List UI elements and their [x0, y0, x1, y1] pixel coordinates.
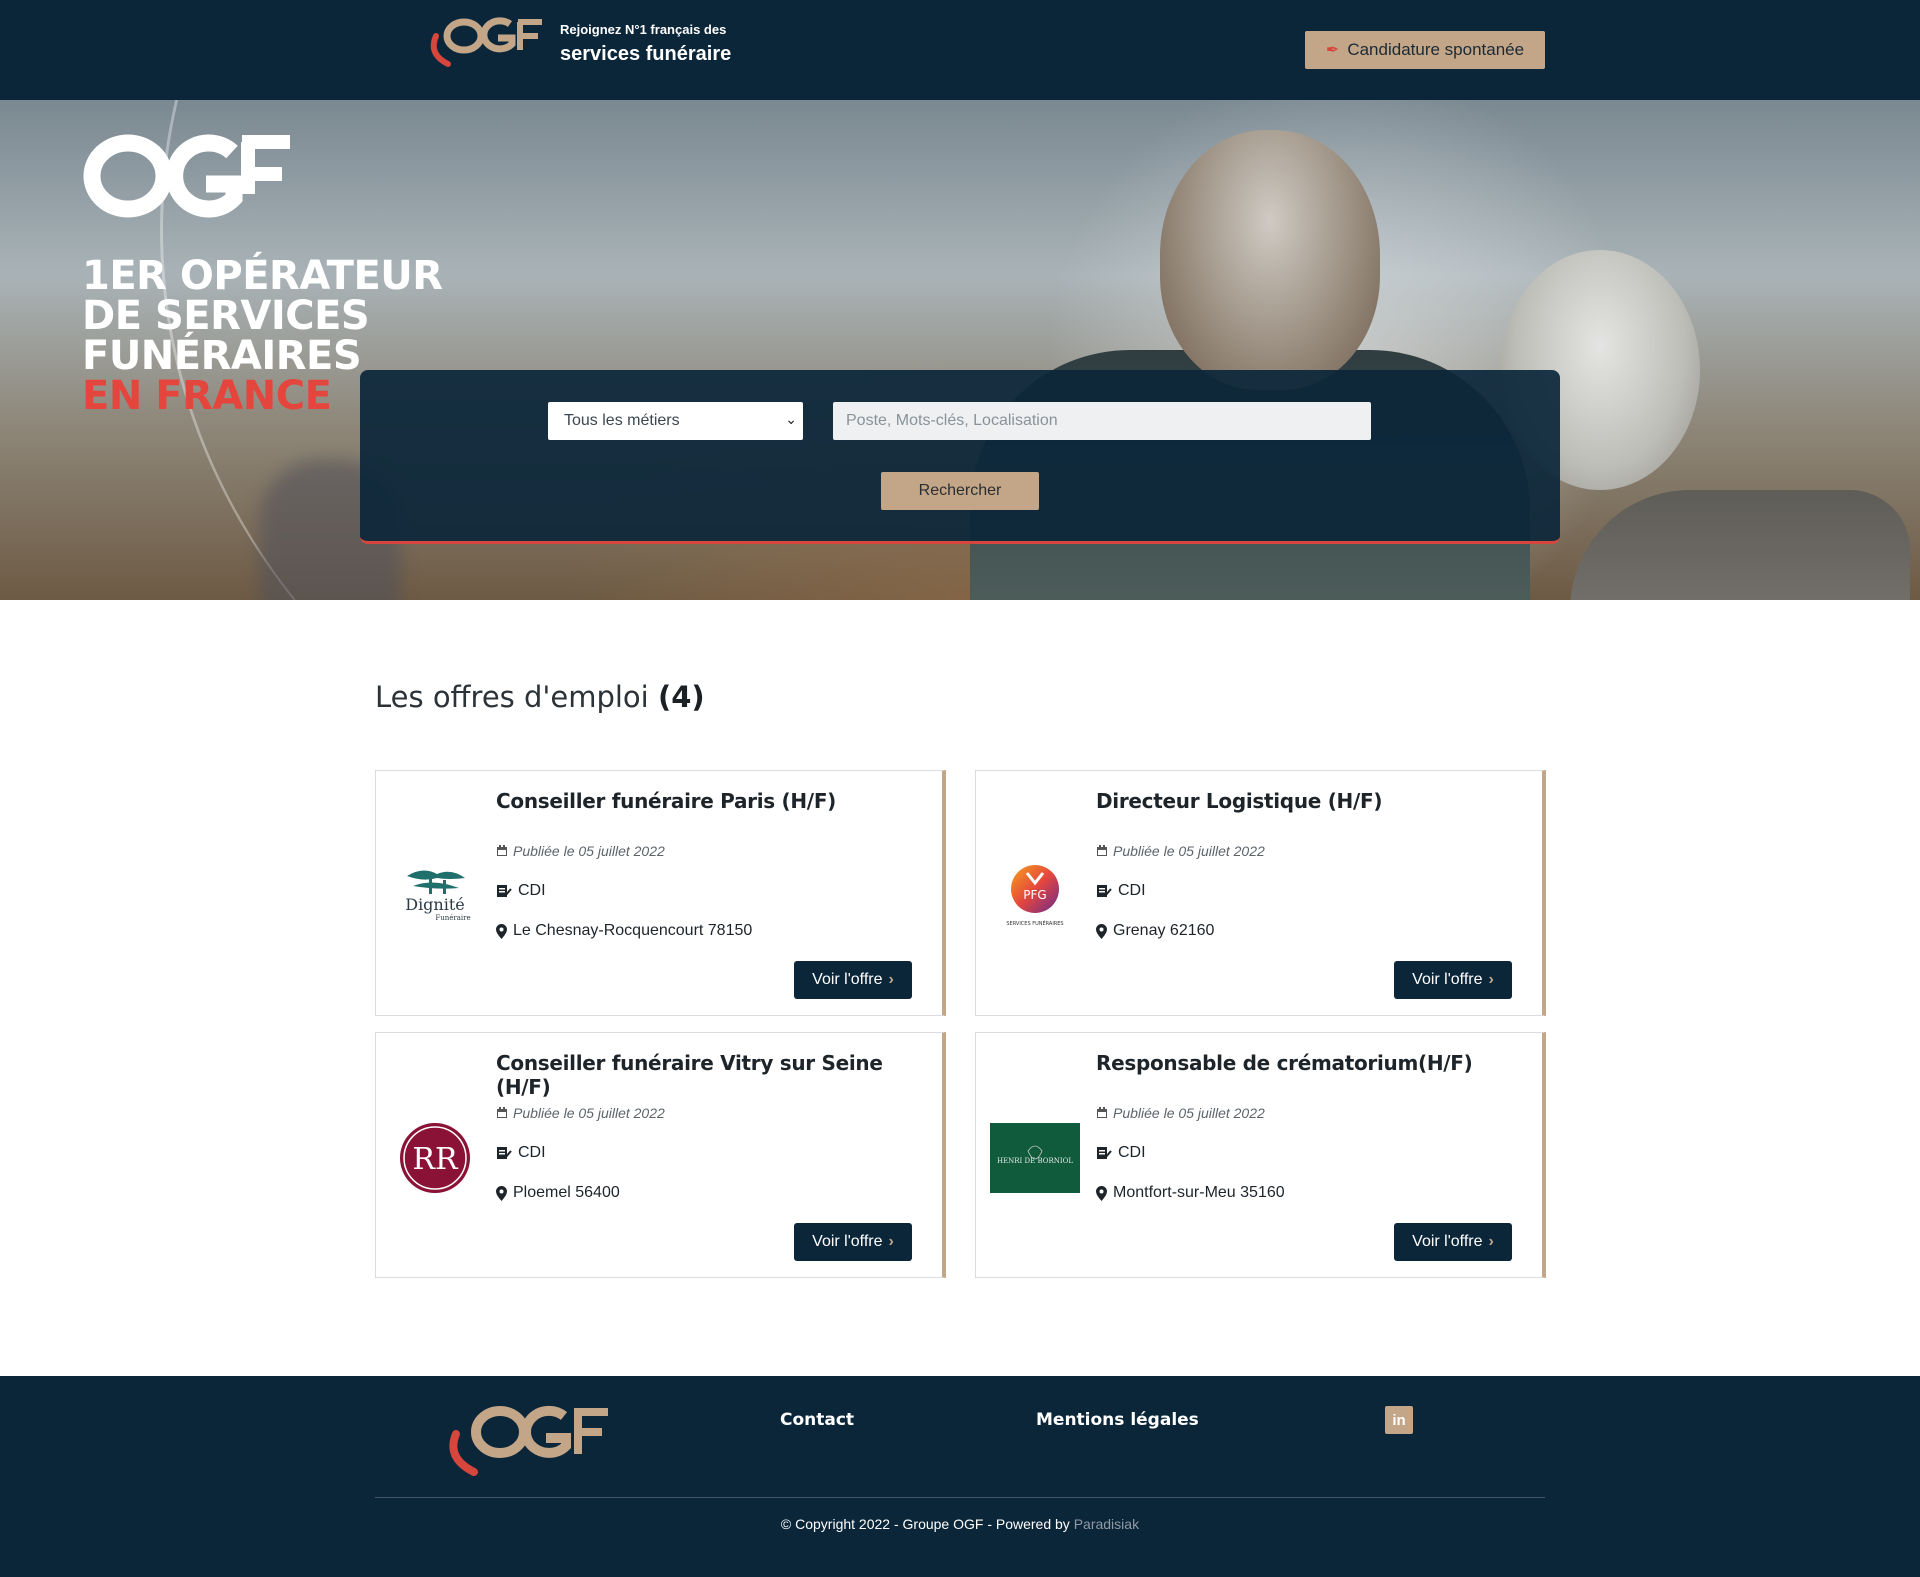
keyword-search-input[interactable]: Poste, Mots-clés, Localisation: [833, 402, 1371, 440]
job-date-text: Publiée le 05 juillet 2022: [513, 1105, 665, 1121]
job-location-text: Grenay 62160: [1113, 922, 1215, 939]
job-category-select[interactable]: Tous les métiers ⌄: [548, 402, 803, 440]
job-date: Publiée le 05 juillet 2022: [496, 843, 665, 859]
company-logo-dignite: Dignité Funéraire: [390, 851, 480, 941]
job-category-selected: Tous les métiers: [564, 412, 680, 429]
powered-by-link[interactable]: Paradisiak: [1074, 1516, 1139, 1532]
company-logo-pfg: PFG SERVICES FUNÉRAIRES: [990, 851, 1080, 941]
job-title[interactable]: Conseiller funéraire Paris (H/F): [496, 789, 836, 813]
job-contract-text: CDI: [518, 882, 546, 899]
job-location: Ploemel 56400: [496, 1184, 620, 1202]
logo-text: HENRI DE BORNIOL: [997, 1157, 1073, 1165]
job-title[interactable]: Directeur Logistique (H/F): [1096, 789, 1382, 813]
logo-text: PFG: [1023, 888, 1046, 902]
tagline-small: Rejoignez N°1 français des: [560, 22, 727, 37]
job-date-text: Publiée le 05 juillet 2022: [1113, 843, 1265, 859]
job-location-text: Le Chesnay-Rocquencourt 78150: [513, 922, 753, 939]
job-search-panel: Tous les métiers ⌄ Poste, Mots-clés, Loc…: [360, 370, 1560, 544]
logo-subtext: Funéraire: [435, 914, 470, 922]
pen-icon: ✒: [1325, 42, 1340, 59]
linkedin-icon[interactable]: in: [1385, 1406, 1413, 1434]
job-card: RR Conseiller funéraire Vitry sur Seine …: [375, 1032, 946, 1278]
job-card: HENRI DE BORNIOL Responsable de crémator…: [975, 1032, 1546, 1278]
logo-text: Dignité: [405, 895, 465, 914]
keyword-search-placeholder: Poste, Mots-clés, Localisation: [846, 412, 1058, 429]
job-date-text: Publiée le 05 juillet 2022: [1113, 1105, 1265, 1121]
site-footer: Contact Mentions légales in © Copyright …: [0, 1376, 1920, 1577]
spontaneous-application-label: Candidature spontanée: [1347, 40, 1525, 59]
company-logo-henri-de-borniol: HENRI DE BORNIOL: [990, 1113, 1080, 1203]
job-contract-text: CDI: [518, 1144, 546, 1161]
jobs-heading-label: Les offres d'emploi: [375, 680, 649, 714]
contract-icon: [1096, 1146, 1112, 1160]
view-offer-button[interactable]: Voir l'offre ›: [1394, 1223, 1512, 1261]
job-location: Grenay 62160: [1096, 922, 1214, 940]
job-date: Publiée le 05 juillet 2022: [496, 1105, 665, 1121]
job-contract: CDI: [1096, 882, 1146, 900]
job-location-text: Montfort-sur-Meu 35160: [1113, 1184, 1285, 1201]
job-contract: CDI: [496, 1144, 546, 1162]
chevron-right-icon: ›: [888, 971, 894, 988]
job-contract-text: CDI: [1118, 1144, 1146, 1161]
job-title[interactable]: Conseiller funéraire Vitry sur Seine (H/…: [496, 1051, 942, 1099]
job-contract-text: CDI: [1118, 882, 1146, 899]
jobs-count: (4): [657, 680, 705, 714]
hero-headline-line: 1ER OPÉRATEUR: [82, 253, 443, 299]
company-logo-rr: RR: [390, 1113, 480, 1203]
top-header: Rejoignez N°1 français des services funé…: [0, 0, 1920, 100]
map-pin-icon: [1096, 1185, 1107, 1201]
view-offer-label: Voir l'offre: [1412, 1233, 1483, 1250]
job-contract: CDI: [1096, 1144, 1146, 1162]
hero-headline-line: DE SERVICES: [82, 293, 370, 339]
job-card: PFG SERVICES FUNÉRAIRES Directeur Logist…: [975, 770, 1546, 1016]
footer-divider: [375, 1497, 1545, 1498]
contract-icon: [496, 1146, 512, 1160]
map-pin-icon: [1096, 923, 1107, 939]
view-offer-button[interactable]: Voir l'offre ›: [794, 1223, 912, 1261]
hero-ogf-logo: [83, 134, 290, 218]
job-title[interactable]: Responsable de crématorium(H/F): [1096, 1051, 1473, 1075]
view-offer-label: Voir l'offre: [1412, 971, 1483, 988]
contract-icon: [496, 884, 512, 898]
chevron-right-icon: ›: [1488, 971, 1494, 988]
view-offer-button[interactable]: Voir l'offre ›: [1394, 961, 1512, 999]
hero-photo-figure: [1570, 490, 1910, 600]
calendar-icon: [496, 845, 508, 857]
copyright: © Copyright 2022 - Groupe OGF - Powered …: [0, 1516, 1920, 1532]
search-button[interactable]: Rechercher: [881, 472, 1039, 510]
footer-contact-link[interactable]: Contact: [780, 1410, 854, 1430]
calendar-icon: [496, 1107, 508, 1119]
ogf-logo[interactable]: [424, 14, 544, 70]
chevron-right-icon: ›: [888, 1233, 894, 1250]
job-date: Publiée le 05 juillet 2022: [1096, 1105, 1265, 1121]
footer-ogf-logo[interactable]: [440, 1398, 610, 1480]
header-tagline: Rejoignez N°1 français des services funé…: [560, 22, 731, 66]
job-contract: CDI: [496, 882, 546, 900]
map-pin-icon: [496, 923, 507, 939]
copyright-text: © Copyright 2022 - Groupe OGF - Powered …: [780, 1516, 1070, 1532]
map-pin-icon: [496, 1185, 507, 1201]
view-offer-label: Voir l'offre: [812, 1233, 883, 1250]
job-date-text: Publiée le 05 juillet 2022: [513, 843, 665, 859]
footer-legal-link[interactable]: Mentions légales: [1036, 1410, 1199, 1430]
hero-photo-figure: [1160, 130, 1380, 390]
logo-subtext: SERVICES FUNÉRAIRES: [1006, 919, 1063, 927]
calendar-icon: [1096, 845, 1108, 857]
job-location: Montfort-sur-Meu 35160: [1096, 1184, 1285, 1202]
jobs-heading: Les offres d'emploi (4): [375, 680, 705, 714]
job-location-text: Ploemel 56400: [513, 1184, 620, 1201]
logo-text: RR: [412, 1142, 459, 1177]
tagline-big: services funéraire: [560, 43, 732, 65]
job-date: Publiée le 05 juillet 2022: [1096, 843, 1265, 859]
calendar-icon: [1096, 1107, 1108, 1119]
job-location: Le Chesnay-Rocquencourt 78150: [496, 922, 752, 940]
view-offer-button[interactable]: Voir l'offre ›: [794, 961, 912, 999]
contract-icon: [1096, 884, 1112, 898]
chevron-down-icon: ⌄: [785, 411, 797, 427]
job-card: Dignité Funéraire Conseiller funéraire P…: [375, 770, 946, 1016]
chevron-right-icon: ›: [1488, 1233, 1494, 1250]
view-offer-label: Voir l'offre: [812, 971, 883, 988]
spontaneous-application-button[interactable]: ✒ Candidature spontanée: [1305, 31, 1545, 69]
